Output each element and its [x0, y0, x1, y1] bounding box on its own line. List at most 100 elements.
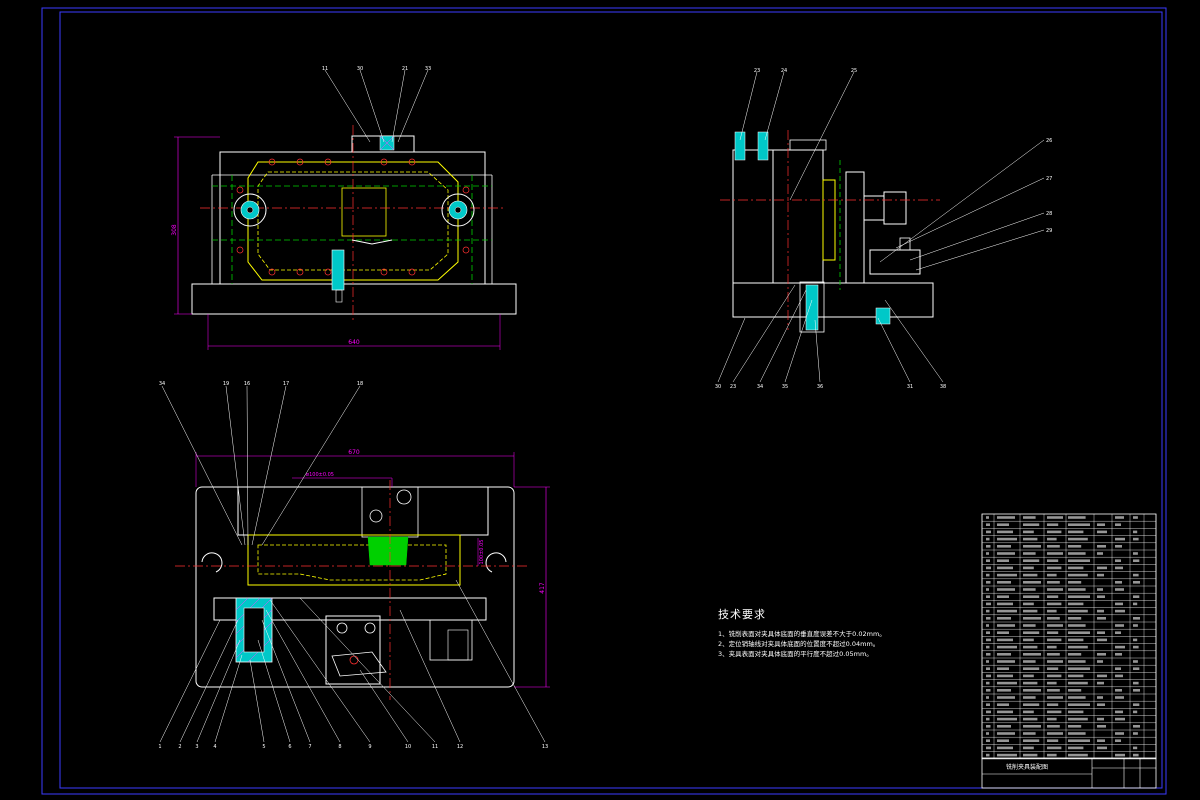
side-bottom-label-6: 38	[940, 384, 946, 390]
parts-cell-text	[1023, 631, 1040, 634]
parts-cell-text	[1115, 523, 1121, 526]
parts-cell-text	[1068, 746, 1084, 750]
parts-cell-text	[1047, 638, 1062, 642]
parts-cell-text	[1047, 617, 1060, 620]
parts-cell-text	[1023, 552, 1036, 555]
parts-cell-text	[1068, 739, 1090, 742]
parts-cell-text	[1115, 545, 1122, 548]
parts-cell-text	[1133, 617, 1140, 620]
parts-cell-text	[986, 638, 991, 642]
parts-cell-text	[1133, 681, 1139, 685]
parts-cell-text	[1097, 717, 1104, 721]
parts-cell-text	[1133, 516, 1138, 519]
parts-cell-text	[997, 681, 1017, 685]
parts-cell-text	[1068, 753, 1088, 757]
parts-cell-text	[1023, 717, 1038, 721]
parts-cell-text	[1047, 624, 1063, 627]
parts-cell-text	[1068, 588, 1086, 591]
parts-cell-text	[1023, 588, 1036, 591]
parts-cell-text	[1133, 703, 1140, 706]
top-label-bottom-5: 6	[288, 744, 291, 750]
parts-cell-text	[1115, 689, 1122, 692]
parts-cell-text	[986, 530, 991, 534]
parts-cell-text	[997, 559, 1009, 562]
side-right-label-1: 27	[1046, 176, 1052, 182]
parts-cell-text	[1115, 624, 1124, 627]
parts-cell-text	[997, 581, 1011, 584]
parts-cell-text	[997, 573, 1017, 577]
side-right-label-0: 26	[1046, 138, 1052, 144]
parts-cell-text	[1023, 710, 1034, 714]
parts-cell-text	[1133, 732, 1138, 735]
parts-cell-text	[1023, 609, 1038, 613]
side-bottom-label-1: 23	[730, 384, 736, 390]
parts-cell-text	[1115, 667, 1121, 670]
parts-cell-text	[1068, 523, 1090, 526]
top-label-bottom-11: 12	[457, 744, 463, 750]
top-label-bottom-1: 2	[178, 744, 181, 750]
parts-cell-text	[997, 545, 1011, 548]
parts-cell-text	[1023, 638, 1034, 642]
top-label-top-0: 34	[159, 381, 165, 387]
front-base-plate	[191, 283, 517, 315]
top-small-dim-a: ø100±0.05	[306, 472, 334, 478]
top-label-top-3: 17	[283, 381, 289, 387]
parts-cell-text	[1097, 653, 1106, 656]
parts-cell-text	[1047, 674, 1062, 678]
parts-cell-text	[1115, 732, 1124, 735]
parts-cell-text	[997, 552, 1015, 555]
parts-cell-text	[1047, 595, 1059, 598]
side-bottom-label-5: 31	[907, 384, 913, 390]
parts-cell-text	[997, 516, 1015, 519]
parts-cell-text	[986, 581, 991, 584]
parts-cell-text	[1097, 523, 1105, 526]
parts-cell-text	[1047, 573, 1057, 577]
parts-cell-text	[1068, 645, 1088, 649]
parts-cell-text	[986, 588, 989, 591]
parts-cell-text	[986, 660, 989, 663]
parts-cell-text	[1133, 552, 1138, 555]
parts-cell-text	[1047, 725, 1060, 728]
parts-cell-text	[1068, 559, 1090, 562]
tech-req-title: 技术要求	[718, 608, 766, 621]
parts-cell-text	[986, 753, 990, 757]
parts-cell-text	[1023, 696, 1036, 699]
parts-cell-text	[1023, 703, 1040, 706]
parts-cell-text	[1068, 732, 1086, 735]
parts-cell-text	[1068, 631, 1090, 634]
parts-cell-text	[1097, 530, 1107, 534]
parts-cell-text	[1047, 581, 1060, 584]
parts-cell-text	[1068, 696, 1086, 699]
parts-cell-text	[1068, 609, 1088, 613]
side-top-label-2: 25	[851, 68, 857, 74]
parts-cell-text	[997, 602, 1013, 606]
parts-cell-text	[1068, 703, 1090, 706]
top-label-bottom-4: 5	[262, 744, 265, 750]
parts-cell-text	[1115, 609, 1125, 613]
side-cylinder	[883, 191, 907, 225]
side-bottom-label-3: 35	[782, 384, 788, 390]
drawing-name: 铣削夹具装配图	[1006, 763, 1048, 771]
parts-cell-text	[997, 667, 1009, 670]
parts-cell-text	[1023, 624, 1036, 627]
parts-cell-text	[986, 667, 990, 670]
parts-cell-text	[1047, 696, 1063, 699]
parts-cell-text	[1133, 638, 1138, 642]
parts-cell-text	[997, 645, 1017, 649]
parts-cell-text	[1023, 523, 1040, 526]
parts-cell-text	[997, 609, 1017, 613]
parts-cell-text	[1023, 667, 1040, 670]
parts-cell-text	[1047, 559, 1059, 562]
parts-cell-text	[1068, 725, 1082, 728]
parts-cell-text	[1047, 530, 1062, 534]
parts-cell-text	[1133, 537, 1139, 541]
parts-cell-text	[1115, 559, 1121, 562]
parts-cell-text	[1068, 516, 1086, 519]
parts-cell-text	[997, 696, 1015, 699]
parts-cell-text	[1097, 739, 1105, 742]
parts-cell-text	[1023, 732, 1036, 735]
parts-cell-text	[986, 645, 990, 649]
parts-cell-text	[1115, 717, 1125, 721]
parts-cell-text	[1097, 703, 1105, 706]
parts-cell-text	[1023, 617, 1041, 620]
